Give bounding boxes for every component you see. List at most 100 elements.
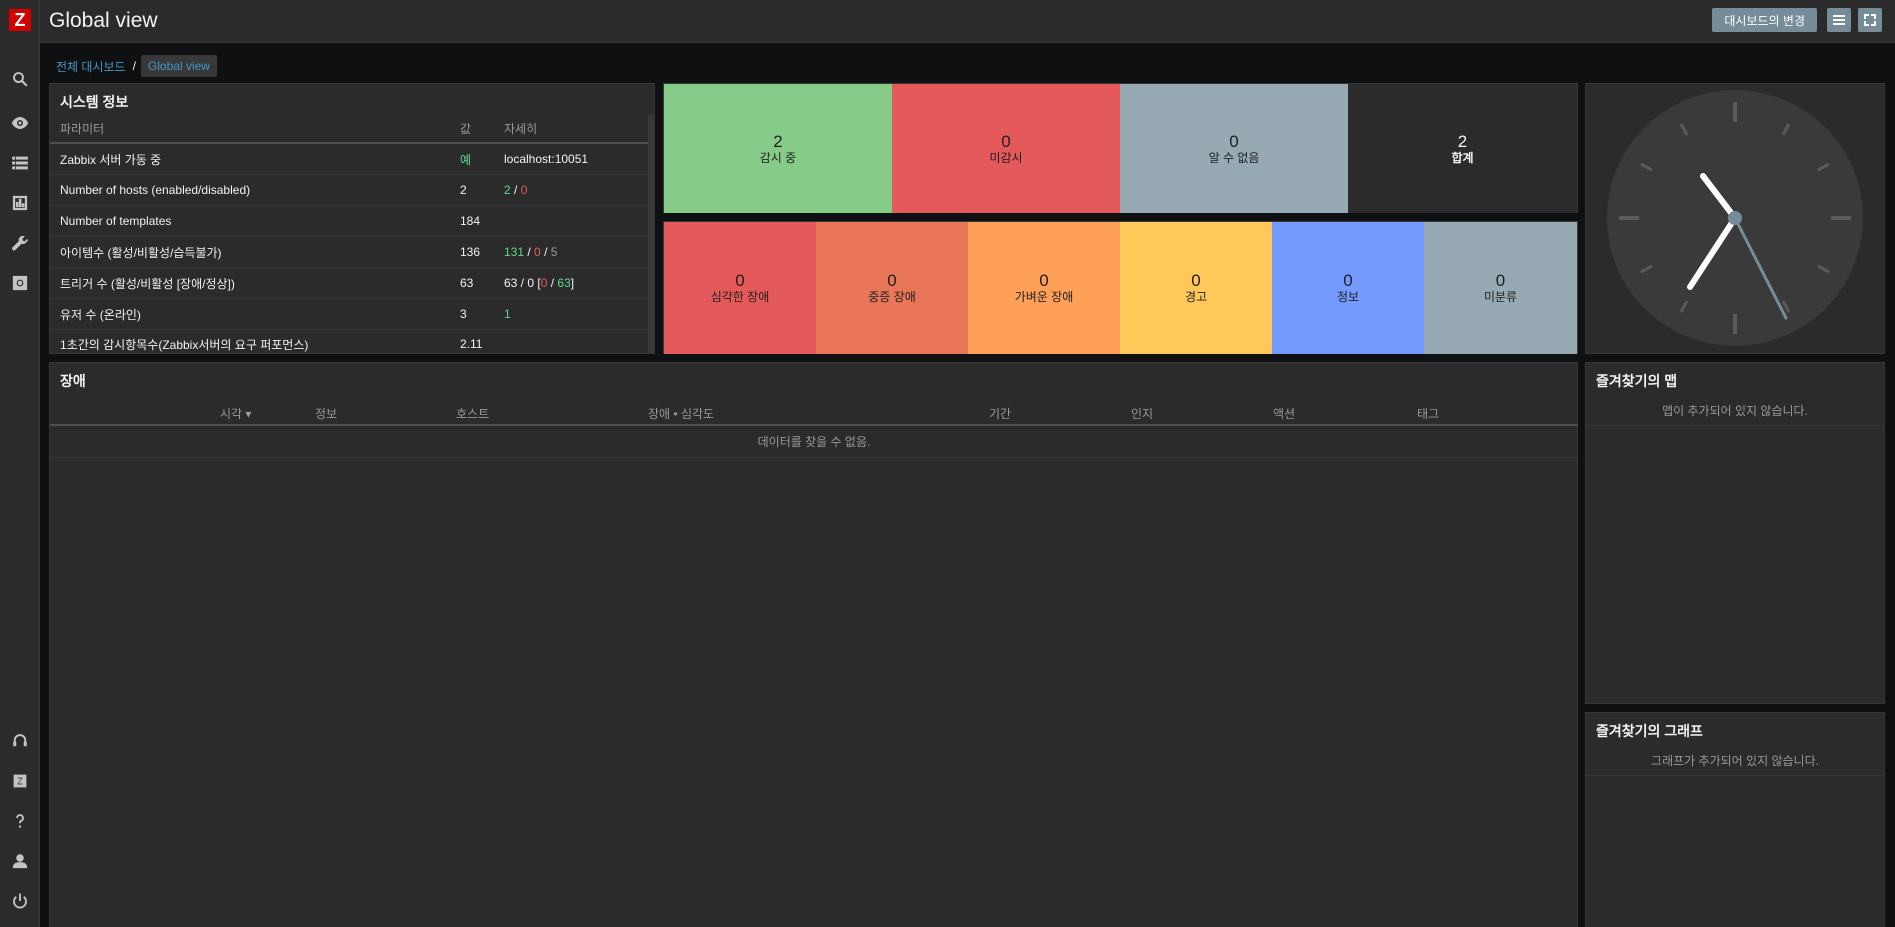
table-row: 1초간의 감시항목수(Zabbix서버의 요구 퍼포먼스) 2.11 xyxy=(50,330,648,358)
breadcrumb-parent[interactable]: 전체 대시보드 xyxy=(56,58,126,75)
param-cell: Number of templates xyxy=(60,214,172,228)
zabbix-logo[interactable]: Z xyxy=(0,0,40,40)
inactive-count: 0 xyxy=(534,245,541,259)
sidebar: Z xyxy=(0,0,40,927)
widget-title: 즐겨찾기의 그래프 xyxy=(1596,723,1703,739)
host-status-tile[interactable]: 0 알 수 없음 xyxy=(1120,84,1348,213)
column-header: 호스트 xyxy=(456,407,490,421)
column-header: 기간 xyxy=(989,407,1012,421)
tile-label: 알 수 없음 xyxy=(1208,150,1260,165)
clock-widget xyxy=(1585,83,1885,354)
wrench-icon[interactable] xyxy=(0,229,40,259)
scrollbar[interactable] xyxy=(648,115,654,353)
problems-widget: 장애 시각 ▾ 정보 호스트 장애 • 심각도 기간 인지 액션 태그 데이터를… xyxy=(49,362,1578,927)
host-status-tile[interactable]: 0 미감시 xyxy=(892,84,1120,213)
tile-count: 0 xyxy=(1039,271,1049,290)
zabbix-share-icon[interactable] xyxy=(0,766,40,796)
value-cell: 184 xyxy=(460,214,481,228)
user-icon[interactable] xyxy=(0,846,40,876)
severity-tile[interactable]: 0 경고 xyxy=(1120,222,1272,354)
column-header: 정보 xyxy=(315,407,338,421)
menu-button[interactable] xyxy=(1827,8,1851,32)
favorite-maps-widget: 즐겨찾기의 맵 맵이 추가되어 있지 않습니다. xyxy=(1585,362,1885,704)
widget-title: 장애 xyxy=(60,373,86,389)
no-data-message: 데이터를 찾을 수 없음. xyxy=(50,426,1578,458)
host-total-tile[interactable]: 2 합계 xyxy=(1348,84,1577,213)
tile-count: 0 xyxy=(1495,271,1506,290)
breadcrumb-current[interactable]: Global view xyxy=(140,55,217,77)
column-header-time[interactable]: 시각 ▾ xyxy=(220,405,251,422)
search-icon[interactable] xyxy=(0,64,40,94)
problems-by-severity-widget: 0 심각한 장애 0 중증 장애 0 가벼운 장애 0 경고 0 정보 0 미분… xyxy=(663,221,1578,354)
table-row: Number of templates 184 xyxy=(50,206,648,237)
details-cell: localhost:10051 xyxy=(504,152,589,166)
tile-label: 가벼운 장애 xyxy=(1014,290,1074,304)
severity-tile[interactable]: 0 중증 장애 xyxy=(816,222,968,354)
tile-label: 미분류 xyxy=(1483,290,1518,304)
problem-count: 0 xyxy=(540,276,548,290)
column-header: 액션 xyxy=(1273,407,1296,421)
enabled-count: 2 xyxy=(504,183,511,197)
ok-count: 63 xyxy=(557,276,571,290)
column-header: 파라미터 xyxy=(60,122,105,136)
table-row: 트리거 수 (활성/비활성 [장애/정상]) 63 63 / 0 [0 / 63… xyxy=(50,268,648,299)
tile-count: 0 xyxy=(1001,131,1011,151)
tile-count: 2 xyxy=(1457,131,1468,151)
param-cell: 유저 수 (온라인) xyxy=(60,307,141,322)
list-icon[interactable] xyxy=(0,148,40,178)
power-icon[interactable] xyxy=(0,886,40,916)
tile-label: 심각한 장애 xyxy=(710,290,770,304)
severity-tile[interactable]: 0 정보 xyxy=(1272,222,1424,354)
tile-label: 합계 xyxy=(1451,150,1474,165)
zabbix-logo-icon: Z xyxy=(9,9,31,31)
tile-label: 감시 중 xyxy=(759,150,797,165)
table-row: 유저 수 (온라인) 3 1 xyxy=(50,299,648,330)
tile-count: 0 xyxy=(1343,271,1353,290)
tile-label: 미감시 xyxy=(989,150,1023,165)
breadcrumb-separator: / xyxy=(132,59,136,73)
value-cell: 2.11 xyxy=(460,337,483,351)
unsupported-count: 5 xyxy=(550,245,558,259)
param-cell: 1초간의 감시항목수(Zabbix서버의 요구 퍼포먼스) xyxy=(60,337,309,352)
value-cell: 136 xyxy=(460,245,481,259)
separator: / xyxy=(547,276,558,290)
tile-count: 2 xyxy=(773,131,783,151)
widget-title: 시스템 정보 xyxy=(60,94,129,110)
fullscreen-icon xyxy=(1864,14,1876,26)
chart-icon[interactable] xyxy=(0,188,40,218)
value-cell: 예 xyxy=(460,152,472,167)
severity-tile[interactable]: 0 심각한 장애 xyxy=(664,222,816,354)
tile-count: 0 xyxy=(1191,271,1201,290)
tile-label: 중증 장애 xyxy=(868,290,916,304)
details-cell: 2 / 0 xyxy=(504,175,527,205)
table-row: Zabbix 서버 가동 중 예 localhost:10051 xyxy=(50,144,648,175)
details-cell: 63 / 0 [0 / 63] xyxy=(504,268,574,298)
edit-dashboard-button[interactable]: 대시보드의 변경 xyxy=(1712,8,1817,32)
separator: / xyxy=(524,245,535,259)
favorite-graphs-widget: 즐겨찾기의 그래프 그래프가 추가되어 있지 않습니다. xyxy=(1585,712,1885,927)
param-cell: Zabbix 서버 가동 중 xyxy=(60,152,162,167)
no-maps-message: 맵이 추가되어 있지 않습니다. xyxy=(1586,396,1884,426)
details-cell: 131 / 0 / 5 xyxy=(504,237,557,267)
headset-icon[interactable] xyxy=(0,726,40,756)
page-header: Global view 대시보드의 변경 xyxy=(40,0,1895,43)
eye-icon[interactable] xyxy=(0,108,40,138)
column-header: 인지 xyxy=(1131,407,1154,421)
online-count: 1 xyxy=(504,307,511,321)
param-cell: Number of hosts (enabled/disabled) xyxy=(60,183,251,197)
page-title: Global view xyxy=(49,9,158,32)
table-row: 아이템수 (활성/비활성/습득불가) 136 131 / 0 / 5 xyxy=(50,237,648,268)
trigger-prefix: 63 / 0 [ xyxy=(504,276,541,290)
help-icon[interactable] xyxy=(0,806,40,836)
host-status-tile[interactable]: 2 감시 중 xyxy=(664,84,892,213)
gear-icon[interactable] xyxy=(0,268,40,298)
severity-tile[interactable]: 0 가벼운 장애 xyxy=(968,222,1120,354)
tile-count: 0 xyxy=(735,271,745,290)
severity-tile[interactable]: 0 미분류 xyxy=(1424,222,1577,354)
value-cell: 63 xyxy=(460,276,474,290)
column-header: 태그 xyxy=(1417,407,1440,421)
breadcrumb: 전체 대시보드 / Global view xyxy=(56,54,217,78)
value-cell: 2 xyxy=(460,183,467,197)
fullscreen-button[interactable] xyxy=(1858,8,1882,32)
param-cell: 트리거 수 (활성/비활성 [장애/정상]) xyxy=(60,276,235,291)
